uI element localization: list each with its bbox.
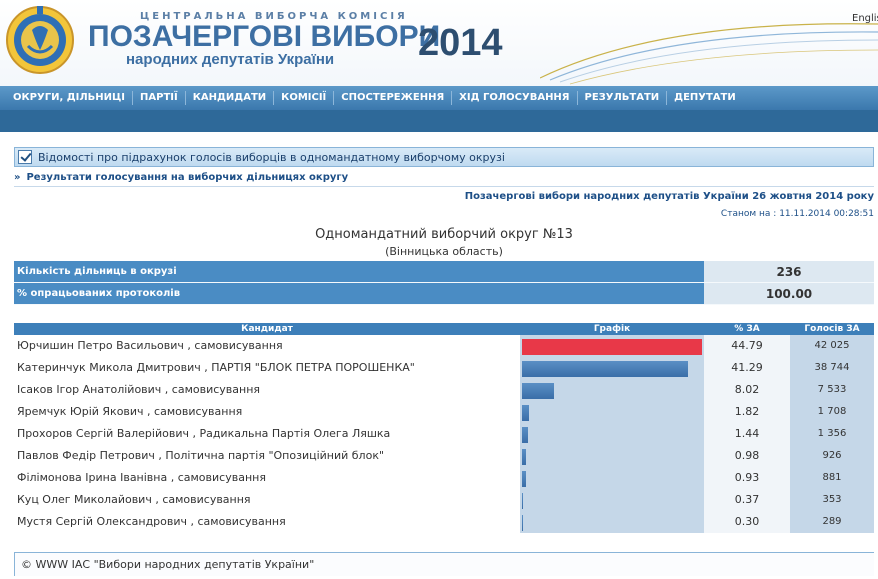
result-bar: [522, 449, 526, 465]
status-date: 11.11.2014 00:28:51: [779, 209, 874, 219]
header-percent: % ЗА: [734, 324, 760, 334]
result-bar: [522, 515, 523, 531]
summary-row: Кількість дільниць в окрузі 236: [14, 261, 874, 283]
district-title: Одномандатний виборчий округ №13: [315, 227, 573, 242]
results-table: Кандидат Графік % ЗА Голосів ЗА Юрчишин …: [14, 323, 874, 533]
table-row: Ісаков Ігор Анатолійович , самовисування…: [14, 379, 874, 401]
summary-row: % опрацьованих протоколів 100.00: [14, 283, 874, 305]
result-bar: [522, 405, 529, 421]
checkbox-icon: [18, 150, 32, 164]
chart-cell: [520, 511, 704, 533]
page-title: ПОЗАЧЕРГОВІ ВИБОРИ: [88, 20, 441, 53]
chart-cell: [520, 489, 704, 511]
polling-stations-link[interactable]: » Результати голосування на виборчих діль…: [14, 172, 348, 183]
chart-cell: [520, 335, 704, 357]
results-header-row: Кандидат Графік % ЗА Голосів ЗА: [14, 323, 874, 335]
chart-cell: [520, 445, 704, 467]
summary-label: Кількість дільниць в окрузі: [14, 261, 704, 283]
chart-cell: [520, 379, 704, 401]
nav-item-deputies[interactable]: ДЕПУТАТИ: [666, 91, 743, 105]
table-row: Юрчишин Петро Васильович , самовисування…: [14, 335, 874, 357]
header-votes: Голосів ЗА: [804, 324, 860, 334]
percent-value: 0.30: [704, 511, 790, 533]
votes-value: 7 533: [790, 379, 874, 401]
nav-item-parties[interactable]: ПАРТІЇ: [132, 91, 185, 105]
percent-value: 1.44: [704, 423, 790, 445]
table-row: Катеринчук Микола Дмитрович , ПАРТІЯ "БЛ…: [14, 357, 874, 379]
percent-value: 1.82: [704, 401, 790, 423]
votes-value: 353: [790, 489, 874, 511]
votes-value: 42 025: [790, 335, 874, 357]
table-row: Павлов Федір Петрович , Політична партія…: [14, 445, 874, 467]
table-row: Філімонова Ірина Іванівна , самовисуванн…: [14, 467, 874, 489]
percent-value: 8.02: [704, 379, 790, 401]
polling-stations-link-text: Результати голосування на виборчих дільн…: [26, 172, 349, 183]
chart-cell: [520, 401, 704, 423]
percent-value: 0.98: [704, 445, 790, 467]
nav-item-commissions[interactable]: КОМІСІЇ: [273, 91, 333, 105]
site-footer: © WWW ІАС "Вибори народних депутатів Укр…: [14, 552, 874, 576]
candidate-name: Яремчук Юрій Якович , самовисування: [17, 405, 243, 418]
candidate-name: Катеринчук Микола Дмитрович , ПАРТІЯ "БЛ…: [17, 361, 415, 374]
table-row: Прохоров Сергій Валерійович , Радикальна…: [14, 423, 874, 445]
result-bar: [522, 339, 702, 355]
votes-value: 289: [790, 511, 874, 533]
district-region: (Вінницька область): [385, 245, 503, 258]
nav-item-results[interactable]: РЕЗУЛЬТАТИ: [576, 91, 667, 105]
table-row: Мустя Сергій Олександрович , самовисуван…: [14, 511, 874, 533]
chart-cell: [520, 357, 704, 379]
summary-value: 236: [704, 261, 874, 283]
header-candidate: Кандидат: [241, 324, 293, 334]
percent-value: 0.37: [704, 489, 790, 511]
nav-item-observation[interactable]: СПОСТЕРЕЖЕННЯ: [333, 91, 451, 105]
result-bar: [522, 493, 523, 509]
votes-value: 1 708: [790, 401, 874, 423]
sub-nav-bar: [0, 110, 878, 132]
candidate-name: Ісаков Ігор Анатолійович , самовисування: [17, 383, 261, 396]
nav-item-districts[interactable]: ОКРУГИ, ДІЛЬНИЦІ: [6, 91, 132, 105]
status-label: Станом на :: [720, 209, 777, 219]
main-nav: ОКРУГИ, ДІЛЬНИЦІ ПАРТІЇ КАНДИДАТИ КОМІСІ…: [0, 86, 878, 110]
header-swoosh-decoration: [540, 23, 878, 85]
summary-label: % опрацьованих протоколів: [14, 283, 704, 305]
result-bar: [522, 427, 528, 443]
votes-value: 38 744: [790, 357, 874, 379]
divider: [14, 186, 874, 187]
result-bar: [522, 383, 554, 399]
table-row: Яремчук Юрій Якович , самовисування 1.82 1…: [14, 401, 874, 423]
candidate-name: Мустя Сергій Олександрович , самовисуван…: [17, 515, 286, 528]
election-name: Позачергові вибори народних депутатів Ук…: [464, 191, 874, 202]
percent-value: 41.29: [704, 357, 790, 379]
votes-value: 1 356: [790, 423, 874, 445]
header-chart: Графік: [593, 324, 631, 334]
summary-table: Кількість дільниць в окрузі 236 % опраць…: [14, 261, 874, 305]
result-bar: [522, 361, 688, 377]
section-heading-text: Відомості про підрахунок голосів виборці…: [38, 150, 505, 164]
results-rows: Юрчишин Петро Васильович , самовисування…: [14, 335, 874, 533]
chart-cell: [520, 423, 704, 445]
table-row: Куц Олег Миколайович , самовисування 0.37…: [14, 489, 874, 511]
chevron-right-icon: »: [14, 172, 21, 183]
nav-item-candidates[interactable]: КАНДИДАТИ: [184, 91, 273, 105]
cvk-emblem-icon[interactable]: [4, 2, 76, 80]
result-bar: [522, 471, 526, 487]
summary-value: 100.00: [704, 283, 874, 305]
candidate-name: Куц Олег Миколайович , самовисування: [17, 493, 251, 506]
nav-item-voting-progress[interactable]: ХІД ГОЛОСУВАННЯ: [451, 91, 576, 105]
section-heading: Відомості про підрахунок голосів виборці…: [14, 147, 874, 167]
election-year: 2014: [418, 22, 503, 64]
votes-value: 881: [790, 467, 874, 489]
candidate-name: Юрчишин Петро Васильович , самовисування: [17, 339, 283, 352]
status-timestamp: Станом на : 11.11.2014 00:28:51: [721, 209, 874, 219]
candidate-name: Павлов Федір Петрович , Політична партія…: [17, 449, 385, 462]
candidate-name: Прохоров Сергій Валерійович , Радикальна…: [17, 427, 391, 440]
page-subtitle: народних депутатів України: [126, 51, 335, 68]
language-link[interactable]: English: [852, 13, 878, 24]
site-header: ЦЕНТРАЛЬНА ВИБОРЧА КОМІСІЯ ПОЗАЧЕРГОВІ В…: [0, 0, 878, 86]
percent-value: 44.79: [704, 335, 790, 357]
candidate-name: Філімонова Ірина Іванівна , самовисуванн…: [17, 471, 266, 484]
chart-cell: [520, 467, 704, 489]
votes-value: 926: [790, 445, 874, 467]
percent-value: 0.93: [704, 467, 790, 489]
